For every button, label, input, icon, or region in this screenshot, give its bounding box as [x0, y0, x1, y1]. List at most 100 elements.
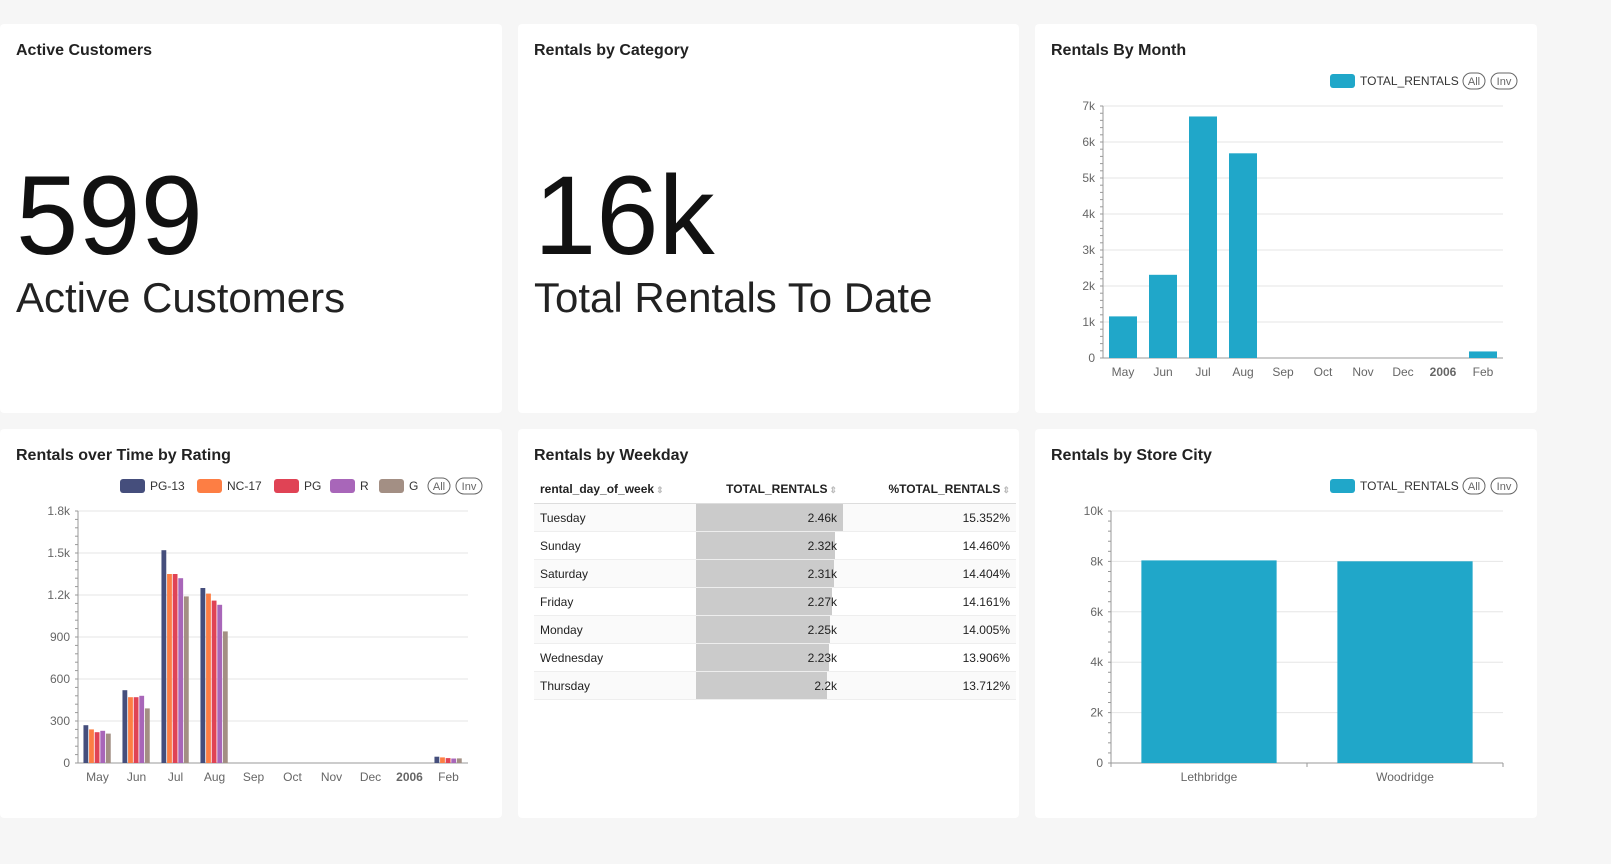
y-tick-label: 3k — [1082, 243, 1096, 257]
legend-swatch[interactable] — [274, 479, 299, 493]
legend-item-label: PG — [304, 479, 321, 493]
legend-item-label: TOTAL_RENTALS — [1360, 74, 1459, 88]
x-tick-label: Nov — [1352, 365, 1373, 379]
y-tick-label: 0 — [1088, 351, 1095, 365]
y-tick-label: 5k — [1082, 171, 1096, 185]
cell-total-value: 2.23k — [807, 650, 837, 665]
cell-pct: 15.352% — [843, 503, 1016, 532]
cell-pct: 14.005% — [843, 615, 1016, 644]
bar — [122, 690, 128, 763]
weekday-table: rental_day_of_week ⇕ TOTAL_RENTALS ⇕ %TOTA… — [534, 477, 1016, 700]
bar — [1109, 316, 1137, 358]
bar — [445, 758, 451, 763]
table-row: Friday 2.27k 14.161% — [534, 587, 1016, 616]
bar — [211, 600, 217, 763]
cell-day: Monday — [534, 615, 696, 644]
legend-swatch[interactable] — [120, 479, 145, 493]
cell-day: Tuesday — [534, 503, 696, 532]
cell-day: Wednesday — [534, 643, 696, 672]
card-title: Rentals by Category — [534, 42, 689, 59]
x-tick-label: Nov — [321, 770, 342, 784]
big-number: 599 — [16, 153, 203, 278]
x-tick-label: Jun — [1153, 365, 1172, 379]
y-tick-label: 300 — [50, 714, 70, 728]
cell-total-value: 2.31k — [807, 566, 837, 581]
y-tick-label: 600 — [50, 672, 70, 686]
x-tick-label: May — [86, 770, 109, 784]
legend-swatch[interactable] — [1330, 479, 1355, 493]
rentals-by-month-card: Rentals By Month 0 1k 2k 3k 4k 5k 6k 7k May Jun Ju… — [1035, 24, 1537, 413]
sort-icon[interactable]: ⇕ — [829, 485, 837, 495]
bar — [1149, 274, 1177, 358]
x-tick-label: Lethbridge — [1181, 770, 1238, 784]
legend-inv-label: Inv — [1497, 481, 1512, 493]
rentals-by-category-card: Rentals by Category 16k Total Rentals To… — [518, 24, 1019, 413]
y-tick-label: 2k — [1082, 279, 1096, 293]
big-number-subtitle: Active Customers — [16, 274, 346, 321]
rentals-by-store-card: Rentals by Store City 0 2k 4k 6k 8k 10k Lethbr… — [1035, 429, 1537, 818]
table-row: Wednesday 2.23k 13.906% — [534, 643, 1016, 672]
legend-all-label: All — [1468, 481, 1480, 493]
card-title: Rentals by Weekday — [534, 447, 689, 464]
x-tick-label: 2006 — [396, 770, 423, 784]
header-pct[interactable]: %TOTAL_RENTALS ⇕ — [843, 477, 1016, 504]
bar — [1189, 116, 1217, 358]
legend-item-label: TOTAL_RENTALS — [1360, 479, 1459, 493]
x-tick-label: 2006 — [1430, 365, 1457, 379]
y-tick-label: 0 — [63, 756, 70, 770]
cell-total: 2.31k — [696, 559, 843, 588]
rentals-over-time-chart: 0 300 600 900 1.2k 1.5k 1.8k May Jun Jul Aug Sep Oct… — [47, 477, 483, 784]
legend-item-label: PG-13 — [150, 479, 185, 493]
bar — [133, 697, 139, 763]
cell-pct: 14.161% — [843, 587, 1016, 616]
bar — [451, 758, 457, 763]
x-tick-label: Aug — [204, 770, 225, 784]
cell-day: Friday — [534, 587, 696, 616]
table-row: Monday 2.25k 14.005% — [534, 615, 1016, 644]
bar — [456, 758, 462, 763]
y-tick-label: 6k — [1090, 605, 1104, 619]
cell-total: 2.2k — [696, 671, 843, 700]
x-tick-label: Oct — [283, 770, 302, 784]
table-row: Tuesday 2.46k 15.352% — [534, 503, 1016, 532]
x-tick-label: Sep — [1272, 365, 1294, 379]
bar — [183, 596, 189, 763]
bar — [1469, 351, 1497, 358]
x-tick-label: May — [1112, 365, 1135, 379]
cell-pct: 14.460% — [843, 531, 1016, 560]
header-total[interactable]: TOTAL_RENTALS ⇕ — [696, 477, 843, 504]
legend-swatch[interactable] — [379, 479, 404, 493]
bar — [222, 631, 228, 763]
y-tick-label: 1k — [1082, 315, 1096, 329]
bar — [105, 733, 111, 763]
sort-icon[interactable]: ⇕ — [1002, 485, 1010, 495]
bar — [172, 574, 178, 763]
big-number-subtitle: Total Rentals To Date — [534, 274, 933, 321]
legend-all-label: All — [1468, 76, 1480, 88]
bar — [139, 695, 145, 763]
cell-total: 2.27k — [696, 587, 843, 616]
legend-swatch[interactable] — [1330, 74, 1355, 88]
x-tick-label: Dec — [360, 770, 381, 784]
y-tick-label: 2k — [1090, 706, 1104, 720]
sort-icon[interactable]: ⇕ — [656, 485, 664, 495]
x-tick-label: Feb — [438, 770, 459, 784]
legend-swatch[interactable] — [330, 479, 355, 493]
bar — [1141, 560, 1277, 763]
table-row: Saturday 2.31k 14.404% — [534, 559, 1016, 588]
cell-pct: 13.712% — [843, 671, 1016, 700]
table-row: Thursday 2.2k 13.712% — [534, 671, 1016, 700]
bar — [161, 550, 167, 763]
cell-total-value: 2.46k — [807, 510, 837, 525]
legend-inv-label: Inv — [1497, 76, 1512, 88]
rentals-by-month-chart: 0 1k 2k 3k 4k 5k 6k 7k May Jun Jul Aug Sep Oct Nov Dec 2… — [1082, 72, 1518, 379]
legend-swatch[interactable] — [197, 479, 222, 493]
y-tick-label: 4k — [1082, 207, 1096, 221]
bar — [1229, 153, 1257, 358]
cell-pct: 14.404% — [843, 559, 1016, 588]
legend-inv-label: Inv — [462, 481, 477, 493]
y-tick-label: 1.2k — [47, 588, 71, 602]
cell-total: 2.46k — [696, 503, 843, 532]
header-day[interactable]: rental_day_of_week ⇕ — [534, 477, 696, 504]
rentals-by-store-chart: 0 2k 4k 6k 8k 10k Lethbridge Woodridge Inv All TOT… — [1084, 477, 1518, 784]
